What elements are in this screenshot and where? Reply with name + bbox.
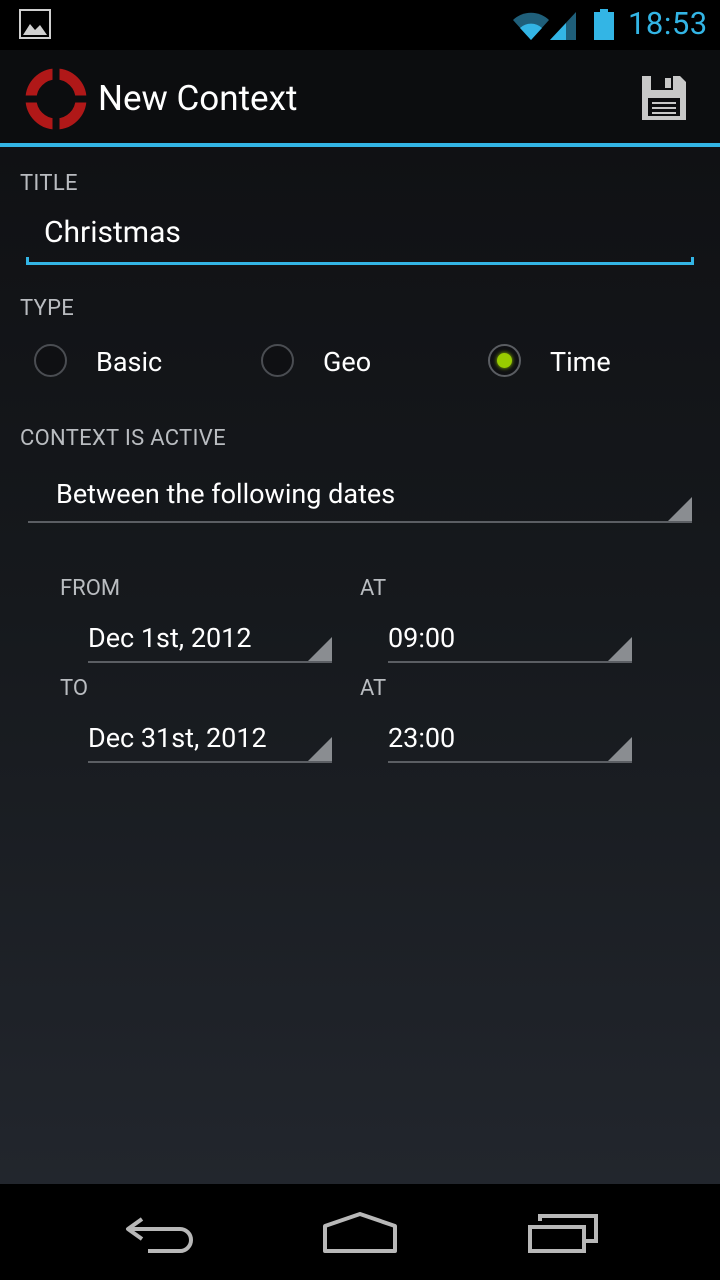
title-label: TITLE xyxy=(20,171,78,196)
from-at-label: AT xyxy=(360,576,387,601)
title-input-tick-left xyxy=(26,257,29,265)
image-notification-icon xyxy=(19,9,51,39)
to-at-label: AT xyxy=(360,676,387,701)
spinner-arrow-icon xyxy=(308,637,332,661)
from-date-value: Dec 1st, 2012 xyxy=(88,622,252,654)
page-title: New Context xyxy=(98,78,298,119)
context-active-value: Between the following dates xyxy=(56,478,396,510)
status-bar: 18:53 xyxy=(0,0,720,50)
to-date-value: Dec 31st, 2012 xyxy=(88,722,267,754)
from-date-spinner[interactable]: Dec 1st, 2012 xyxy=(88,622,332,663)
from-time-spinner[interactable]: 09:00 xyxy=(388,622,632,663)
to-time-value: 23:00 xyxy=(388,722,456,754)
radio-time-circle[interactable] xyxy=(488,344,521,377)
spinner-arrow-icon xyxy=(608,737,632,761)
radio-geo-circle[interactable] xyxy=(261,344,294,377)
spinner-arrow-icon xyxy=(668,497,692,521)
to-time-underline xyxy=(388,761,632,763)
radio-checked-dot xyxy=(497,353,512,368)
to-date-underline xyxy=(88,761,332,763)
radio-basic-circle[interactable] xyxy=(34,344,67,377)
back-icon[interactable] xyxy=(124,1213,196,1257)
battery-icon xyxy=(594,9,614,40)
title-input[interactable]: Christmas xyxy=(26,205,694,265)
signal-icon xyxy=(550,12,576,40)
title-input-value: Christmas xyxy=(44,215,181,250)
spinner-arrow-icon xyxy=(308,737,332,761)
app-lifebuoy-icon[interactable] xyxy=(23,66,89,132)
radio-geo-label: Geo xyxy=(323,346,372,378)
spinner-arrow-icon xyxy=(608,637,632,661)
context-active-spinner[interactable]: Between the following dates xyxy=(28,478,692,523)
to-time-spinner[interactable]: 23:00 xyxy=(388,722,632,763)
form-container xyxy=(0,147,720,1184)
radio-time-label: Time xyxy=(550,346,611,378)
from-time-underline xyxy=(388,661,632,663)
save-floppy-icon[interactable] xyxy=(640,74,688,122)
home-icon[interactable] xyxy=(322,1212,398,1254)
from-date-underline xyxy=(88,661,332,663)
title-input-underline xyxy=(26,262,694,265)
wifi-icon xyxy=(513,12,549,40)
recent-apps-icon[interactable] xyxy=(526,1213,600,1255)
title-input-tick-right xyxy=(691,257,694,265)
from-time-value: 09:00 xyxy=(388,622,456,654)
from-label: FROM xyxy=(60,576,121,601)
context-active-underline xyxy=(28,521,692,523)
context-active-label: CONTEXT IS ACTIVE xyxy=(20,426,226,451)
type-label: TYPE xyxy=(20,296,75,321)
to-date-spinner[interactable]: Dec 31st, 2012 xyxy=(88,722,332,763)
status-time: 18:53 xyxy=(628,5,708,42)
to-label: TO xyxy=(60,676,88,701)
radio-basic-label: Basic xyxy=(96,346,163,378)
